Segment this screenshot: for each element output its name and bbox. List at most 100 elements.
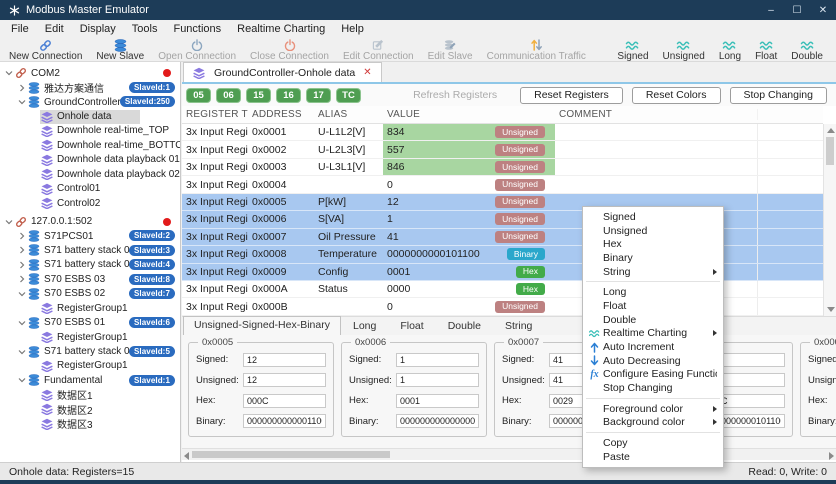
toolbar-button-open-connection[interactable]: Open Connection: [151, 39, 243, 62]
table-row-0x000A[interactable]: 3x Input Registe 0x000A Status 0000 Hex: [182, 280, 823, 299]
context-menu-item-double[interactable]: Double: [583, 313, 723, 327]
context-menu-item-foreground-color[interactable]: Foreground color: [583, 402, 723, 416]
menu-edit[interactable]: Edit: [37, 23, 72, 35]
tree-item-downhole-real-time-top[interactable]: Downhole real-time_TOP: [0, 124, 180, 138]
chevron-down-icon[interactable]: [16, 98, 27, 106]
toolbar-button-close-connection[interactable]: Close Connection: [243, 39, 336, 62]
format-tab-long[interactable]: Long: [341, 318, 388, 335]
scroll-left-arrow-icon[interactable]: [184, 451, 189, 460]
table-row-0x0006[interactable]: 3x Input Registe 0x0006 S[VA] 1 Unsigned: [182, 211, 823, 229]
menu-display[interactable]: Display: [72, 23, 124, 35]
table-row-0x0007[interactable]: 3x Input Registe 0x0007 Oil Pressure 41 Unsi…: [182, 228, 823, 247]
context-menu-item-background-color[interactable]: Background color: [583, 416, 723, 430]
function-code-button-17[interactable]: 17: [306, 87, 331, 103]
tree-item-s71-battery-stack-01[interactable]: S71 battery stack 01 SlaveId:3: [0, 243, 180, 257]
tree-item-downhole-real-time-bottom[interactable]: Downhole real-time_BOTTOM: [0, 138, 180, 152]
context-menu-item-realtime-charting[interactable]: Realtime Charting: [583, 327, 723, 341]
format-tab-double[interactable]: Double: [436, 318, 493, 335]
tree-item-registergroup1[interactable]: RegisterGroup1: [0, 301, 180, 315]
panels-horizontal-scrollbar[interactable]: [182, 448, 836, 460]
panel-0x0005-unsigned-input[interactable]: [243, 373, 326, 387]
tree-item-onhole-data[interactable]: Onhole data: [0, 109, 180, 124]
reset-colors-button[interactable]: Reset Colors: [631, 86, 721, 104]
tree-item-数据区3[interactable]: 数据区3: [0, 417, 180, 431]
toolbar-button-signed[interactable]: Signed: [610, 39, 655, 62]
function-code-button-16[interactable]: 16: [276, 87, 301, 103]
tab-groundcontroller-onhole-data[interactable]: GroundController-Onhole data ✕: [183, 62, 382, 82]
minimize-button[interactable]: –: [758, 0, 784, 20]
menu-functions[interactable]: Functions: [165, 23, 229, 35]
table-row-0x0003[interactable]: 3x Input Registe 0x0003 U-L3L1[V] 846 Unsign…: [182, 158, 823, 177]
tree-item-s71-battery-stack-03[interactable]: S71 battery stack 03 SlaveId:5: [0, 344, 180, 358]
menu-file[interactable]: File: [3, 23, 37, 35]
toolbar-button-unsigned[interactable]: Unsigned: [656, 39, 712, 62]
toolbar-button-float[interactable]: Float: [748, 39, 784, 62]
menu-realtime-charting[interactable]: Realtime Charting: [229, 23, 333, 35]
function-code-button-tc[interactable]: TC: [336, 87, 361, 103]
panel-0x0005-signed-input[interactable]: [243, 352, 326, 367]
panel-0x0005-binary-input[interactable]: [243, 414, 326, 428]
toolbar-button-double[interactable]: Double: [784, 39, 830, 62]
chevron-right-icon[interactable]: [16, 261, 27, 269]
chevron-down-icon[interactable]: [3, 218, 14, 226]
context-menu-item-float[interactable]: Float: [583, 299, 723, 313]
chevron-right-icon[interactable]: [16, 232, 27, 240]
tree-item-registergroup1[interactable]: RegisterGroup1: [0, 359, 180, 373]
table-vertical-scrollbar[interactable]: [823, 124, 836, 316]
horizontal-scroll-thumb[interactable]: [192, 451, 390, 458]
menu-help[interactable]: Help: [333, 23, 372, 35]
tree-item-control01[interactable]: Control01: [0, 182, 180, 196]
tree-item-s70-esbs-01[interactable]: S70 ESBS 01 SlaveId:6: [0, 315, 180, 329]
toolbar-button-new-slave[interactable]: New Slave: [89, 38, 151, 62]
context-menu-item-string[interactable]: String: [583, 265, 723, 279]
tree-item-s70-esbs-02[interactable]: S70 ESBS 02 SlaveId:7: [0, 287, 180, 301]
tree-item-s71-battery-stack-02[interactable]: S71 battery stack 02 SlaveId:4: [0, 258, 180, 272]
format-tab-float[interactable]: Float: [388, 318, 435, 335]
scroll-down-arrow-icon[interactable]: [827, 307, 835, 312]
tab-close-icon[interactable]: ✕: [363, 67, 371, 78]
table-row-0x0005[interactable]: 3x Input Registe 0x0005 P[kW] 12 Unsigned: [182, 193, 823, 212]
context-menu-item-auto-decreasing[interactable]: Auto Decreasing: [583, 354, 723, 368]
menu-tools[interactable]: Tools: [124, 23, 166, 35]
panel-0x0006-hex-input[interactable]: [396, 393, 479, 408]
tree-item-s71pcs01[interactable]: S71PCS01 SlaveId:2: [0, 229, 180, 243]
context-menu-item-copy[interactable]: Copy: [583, 436, 723, 450]
close-button[interactable]: ✕: [810, 0, 836, 20]
panel-0x0006-unsigned-input[interactable]: [396, 373, 479, 387]
tree-item-groundcontroller[interactable]: GroundController SlaveId:250: [0, 95, 180, 109]
panel-0x0006-binary-input[interactable]: [396, 414, 479, 428]
chevron-right-icon[interactable]: [16, 246, 27, 254]
toolbar-button-long[interactable]: Long: [712, 39, 748, 62]
context-menu-item-binary[interactable]: Binary: [583, 251, 723, 265]
context-menu-item-unsigned[interactable]: Unsigned: [583, 224, 723, 238]
tree-item-s70-esbs-03[interactable]: S70 ESBS 03 SlaveId:8: [0, 272, 180, 286]
context-menu-item-signed[interactable]: Signed: [583, 210, 723, 224]
chevron-down-icon[interactable]: [16, 319, 27, 327]
context-menu-item-stop-changing[interactable]: Stop Changing: [583, 381, 723, 395]
chevron-right-icon[interactable]: [16, 275, 27, 283]
format-tab-unsigned-signed-hex-binary[interactable]: Unsigned-Signed-Hex-Binary: [183, 316, 341, 335]
tree-item-downhole-data-playback-02[interactable]: Downhole data playback 02: [0, 167, 180, 181]
tree-item-control02[interactable]: Control02: [0, 196, 180, 210]
format-tab-string[interactable]: String: [493, 318, 544, 335]
tree-item-downhole-data-playback-01[interactable]: Downhole data playback 01: [0, 153, 180, 167]
function-code-button-06[interactable]: 06: [216, 87, 241, 103]
table-row-0x0002[interactable]: 3x Input Registe 0x0002 U-L2L3[V] 557 Unsign…: [182, 141, 823, 159]
table-row-0x0004[interactable]: 3x Input Registe 0x0004 0 Unsigned: [182, 176, 823, 194]
table-row-0x0009[interactable]: 3x Input Registe 0x0009 Config 0001 Hex: [182, 263, 823, 281]
function-code-button-05[interactable]: 05: [186, 87, 211, 103]
scroll-up-arrow-icon[interactable]: [827, 128, 835, 133]
chevron-down-icon[interactable]: [3, 69, 14, 77]
context-menu-item-hex[interactable]: Hex: [583, 237, 723, 251]
tree-item-registergroup1[interactable]: RegisterGroup1: [0, 330, 180, 344]
scroll-right-arrow-icon[interactable]: [829, 451, 834, 460]
vertical-scroll-thumb[interactable]: [826, 137, 834, 165]
chevron-down-icon[interactable]: [16, 290, 27, 298]
context-menu-item-auto-increment[interactable]: Auto Increment: [583, 340, 723, 354]
table-row-0x000B[interactable]: 3x Input Registe 0x000B 0 Unsigned: [182, 298, 823, 316]
table-row-0x0008[interactable]: 3x Input Registe 0x0008 Temperature 0000000…: [182, 246, 823, 264]
table-row-0x0001[interactable]: 3x Input Registe 0x0001 U-L1L2[V] 834 Unsign…: [182, 124, 823, 142]
reset-registers-button[interactable]: Reset Registers: [520, 86, 623, 104]
toolbar-button-edit-connection[interactable]: Edit Connection: [336, 39, 421, 62]
chevron-right-icon[interactable]: [16, 84, 27, 92]
